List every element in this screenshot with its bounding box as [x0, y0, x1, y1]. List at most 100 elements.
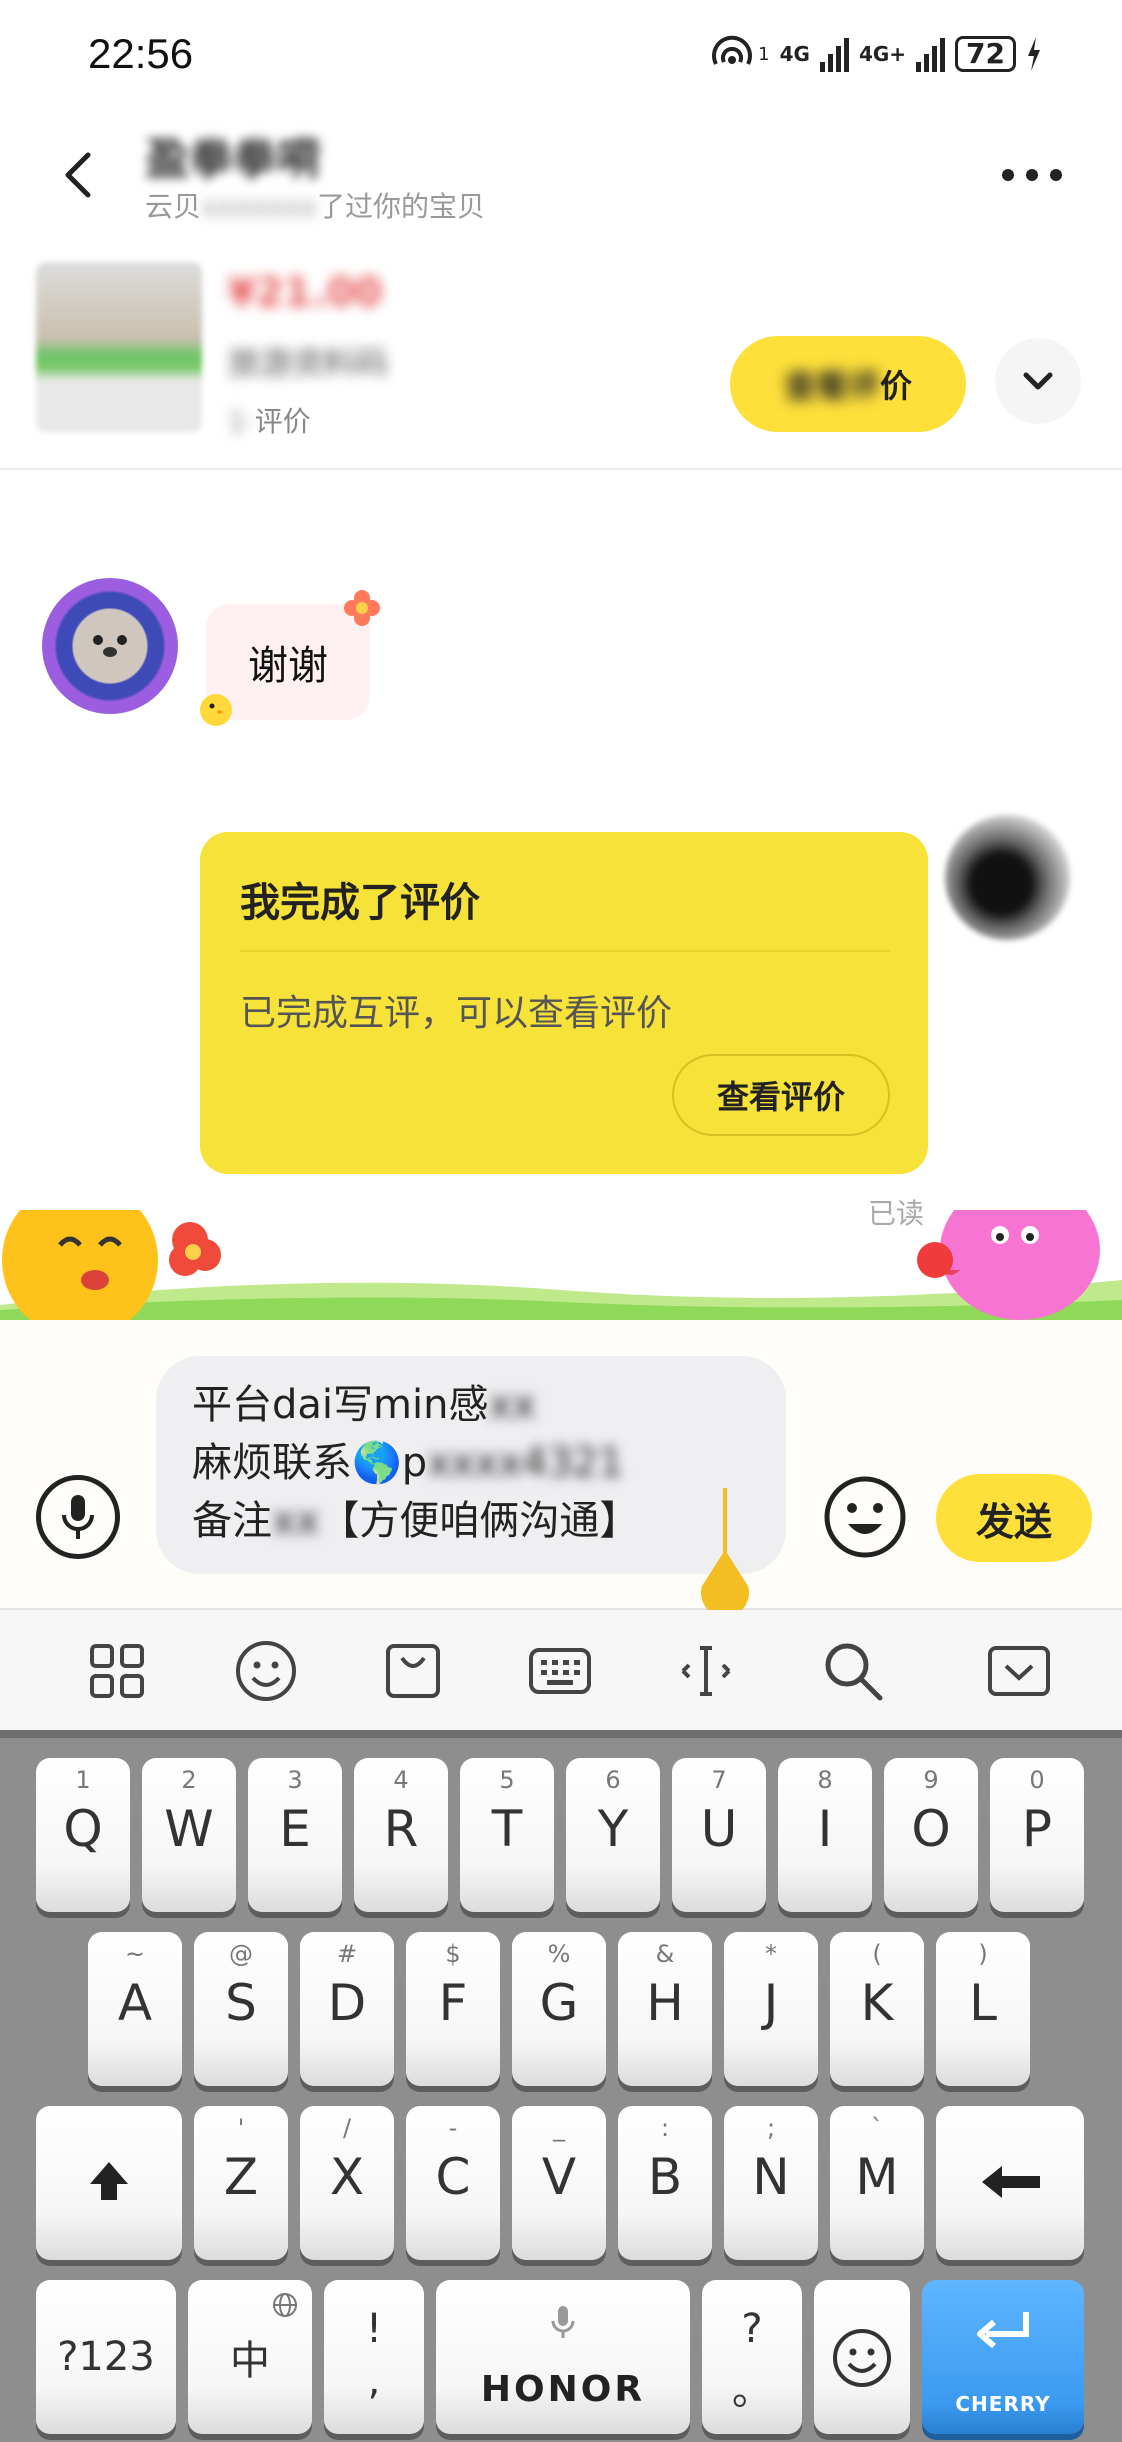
key-b-label: B — [647, 2148, 683, 2206]
key-s-sub: @ — [229, 1940, 253, 1968]
apps-grid-icon[interactable] — [84, 1638, 150, 1704]
sim1-label: 1 — [758, 43, 770, 65]
network-2-label: 4G+ — [858, 42, 907, 66]
key-w[interactable]: 2W — [142, 1758, 236, 1912]
key-p-label: P — [1021, 1800, 1053, 1858]
key-d[interactable]: # D — [300, 1932, 394, 2086]
input-line-3: 备注xx【方便咱俩沟通】 — [192, 1492, 750, 1550]
key-p[interactable]: 0P — [990, 1758, 1084, 1912]
review-card-description: 已完成互评，可以查看评价 — [240, 993, 673, 1034]
key-o-sub: 9 — [923, 1766, 939, 1794]
product-thumbnail[interactable] — [36, 262, 202, 432]
hotspot-icon — [712, 35, 753, 65]
text-cursor-handle[interactable] — [690, 1488, 760, 1610]
product-action-suffix: 价 — [880, 367, 913, 405]
key-a-sub: ~ — [124, 1940, 146, 1968]
key-s[interactable]: @ S — [194, 1932, 288, 2086]
input-line-2: 麻烦联系🌎pxxxx4321 — [192, 1434, 750, 1492]
product-meta: 1·评价 — [228, 400, 311, 440]
key-b[interactable]: :B — [618, 2106, 712, 2260]
signal-2-icon — [916, 36, 946, 72]
key-i[interactable]: 8I — [778, 1758, 872, 1912]
key-z[interactable]: ' Z — [194, 2106, 288, 2260]
key-j[interactable]: * J — [724, 1932, 818, 2086]
subtitle-suffix: 了过你的宝贝 — [317, 190, 486, 223]
key-t[interactable]: 5T — [460, 1758, 554, 1912]
search-icon[interactable] — [820, 1638, 886, 1704]
key-l[interactable]: ) L — [936, 1932, 1030, 2086]
key-k[interactable]: (K — [830, 1932, 924, 2086]
globe-icon — [273, 2293, 297, 2317]
punctuation-key-2[interactable]: ? 。 — [702, 2280, 802, 2434]
key-t-label: T — [491, 1800, 523, 1858]
microphone-icon — [62, 1495, 94, 1539]
key-r[interactable]: 4R — [354, 1758, 448, 1912]
contact-name: 盈拳拳嗬 — [145, 134, 321, 185]
key-o[interactable]: 9O — [884, 1758, 978, 1912]
key-m[interactable]: ` M — [830, 2106, 924, 2260]
key-a[interactable]: ~ A — [88, 1932, 182, 2086]
key-v[interactable]: _ V — [512, 2106, 606, 2260]
key-u[interactable]: 7U — [672, 1758, 766, 1912]
view-review-button[interactable]: 查看评价 — [672, 1054, 890, 1136]
key-i-sub: 8 — [817, 1766, 833, 1794]
product-card[interactable]: ¥21.00 旅游资料码 1·评价 查看评价 — [0, 240, 1122, 470]
cursor-move-icon[interactable] — [673, 1638, 739, 1704]
key-l-sub: ) — [978, 1940, 988, 1968]
punctuation-key-1[interactable]: ! , — [324, 2280, 424, 2434]
key-m-sub: ` — [871, 2114, 883, 2142]
space-key[interactable]: HONOR — [436, 2280, 690, 2434]
key-u-label: U — [700, 1800, 738, 1858]
language-switch-label: 中 — [230, 2338, 270, 2384]
backspace-key[interactable] — [936, 2106, 1084, 2260]
status-bar: 22:56 1 4G 4G+ 72 — [0, 0, 1122, 115]
product-action-button[interactable]: 查看评价 — [730, 336, 966, 432]
send-button[interactable]: 发送 — [936, 1474, 1092, 1562]
key-t-sub: 5 — [499, 1766, 515, 1794]
message-input-area: 平台dai写min感xx 麻烦联系🌎pxxxx4321 备注xx【方便咱俩沟通】… — [0, 1320, 1122, 1610]
seal-face-icon — [93, 635, 127, 657]
key-d-label: D — [327, 1974, 367, 2032]
product-meta-blurred: 1· — [228, 405, 255, 438]
key-g[interactable]: % G — [512, 1932, 606, 2086]
voice-input-button[interactable] — [36, 1475, 120, 1559]
hide-keyboard-icon[interactable] — [986, 1638, 1052, 1704]
key-x[interactable]: / X — [300, 2106, 394, 2260]
key-c[interactable]: -C — [406, 2106, 500, 2260]
user-avatar[interactable] — [945, 815, 1070, 940]
subtitle-prefix: 云贝 — [145, 190, 202, 223]
key-v-label: V — [541, 2148, 577, 2206]
key-f[interactable]: $ F — [406, 1932, 500, 2086]
clipboard-icon[interactable] — [380, 1638, 446, 1704]
key-y[interactable]: 6Y — [566, 1758, 660, 1912]
input-line-3-suffix: 【方便咱俩沟通】 — [319, 1498, 640, 1544]
language-switch-key[interactable]: 中 — [188, 2280, 312, 2434]
expand-button[interactable] — [995, 338, 1081, 424]
seller-avatar[interactable] — [42, 578, 178, 714]
more-options-icon[interactable] — [1002, 155, 1072, 195]
key-n[interactable]: ; N — [724, 2106, 818, 2260]
back-arrow-icon[interactable] — [50, 145, 110, 205]
header-subtitle: 云贝xxxxxxx了过你的宝贝 — [145, 185, 485, 225]
emoji-button-icon[interactable] — [822, 1474, 908, 1560]
enter-key[interactable]: CHERRY — [922, 2280, 1084, 2434]
review-card-divider — [240, 950, 890, 952]
chick-decoration-icon — [200, 694, 232, 726]
emoji-key[interactable] — [814, 2280, 910, 2434]
smiley-icon[interactable] — [233, 1638, 299, 1704]
key-j-label: J — [763, 1974, 779, 2032]
shift-key[interactable] — [36, 2106, 182, 2260]
chat-area[interactable]: 谢谢 我完成了评价 已完成互评，可以查看评价 查看评价 已读 — [0, 470, 1122, 1320]
key-j-sub: * — [765, 1940, 777, 1968]
product-meta-suffix: 评价 — [254, 405, 311, 438]
keyboard-layout-icon[interactable] — [527, 1638, 593, 1704]
key-p-sub: 0 — [1029, 1766, 1045, 1794]
review-card[interactable]: 我完成了评价 已完成互评，可以查看评价 查看评价 — [200, 832, 928, 1174]
status-time: 22:56 — [88, 30, 194, 77]
symbols-key[interactable]: ?123 — [36, 2280, 176, 2434]
charging-icon — [1028, 37, 1040, 71]
key-q[interactable]: 1Q — [36, 1758, 130, 1912]
key-e[interactable]: 3E — [248, 1758, 342, 1912]
key-s-label: S — [225, 1974, 257, 2032]
key-h[interactable]: & H — [618, 1932, 712, 2086]
